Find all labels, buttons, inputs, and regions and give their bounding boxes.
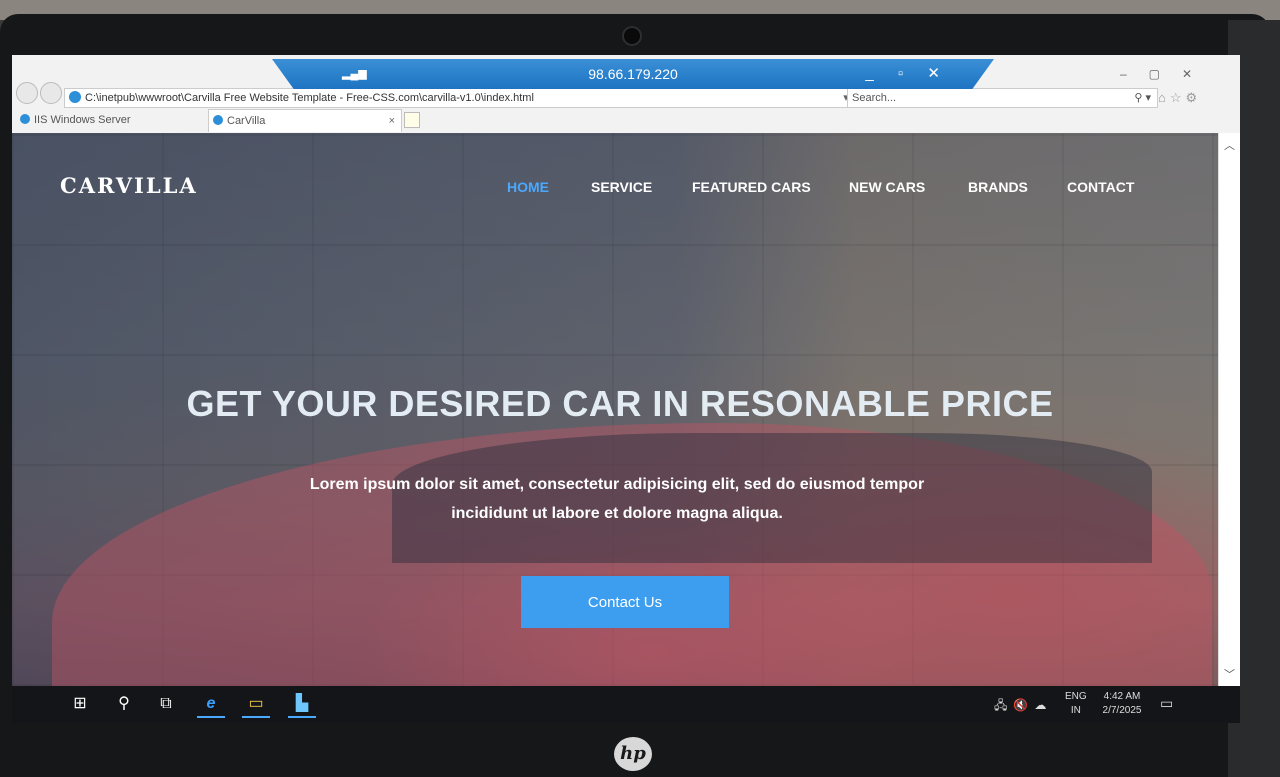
chevron-down-icon[interactable]: ﹀ <box>1224 666 1235 682</box>
search-icon[interactable]: ⚲ <box>110 692 138 716</box>
internet-explorer-icon[interactable]: e <box>197 692 225 718</box>
forward-button[interactable] <box>40 82 62 104</box>
address-text: C:\inetpub\wwwroot\Carvilla Free Website… <box>85 92 534 104</box>
search-placeholder: Search... <box>852 92 897 104</box>
task-view-icon[interactable]: ⧉ <box>152 692 180 716</box>
hero-description: Lorem ipsum dolor sit amet, consectetur … <box>309 476 925 522</box>
language-indicator[interactable]: ENG IN <box>1065 690 1087 718</box>
window-controls[interactable]: –▢✕ <box>1120 67 1214 81</box>
lang-primary: ENG <box>1065 691 1087 702</box>
hp-logo: hp <box>614 737 652 771</box>
notification-icon[interactable]: ▭ <box>1160 695 1173 712</box>
nav-contact[interactable]: CONTACT <box>1067 179 1134 195</box>
rdp-window-controls[interactable]: _ ▫ ✕ <box>865 64 950 82</box>
nav-brands[interactable]: BRANDS <box>968 179 1028 195</box>
tab-strip: IIS Windows Server CarVilla × <box>12 109 1240 132</box>
tab-carvilla[interactable]: CarVilla × <box>208 109 402 132</box>
nav-new-cars[interactable]: NEW CARS <box>849 179 925 195</box>
nav-home[interactable]: HOME <box>507 179 549 195</box>
new-tab-button[interactable] <box>404 112 420 128</box>
rdp-connection-bar: ▂▄▆ 98.66.179.220 _ ▫ ✕ <box>272 59 994 89</box>
tab-iis[interactable]: IIS Windows Server <box>16 109 206 131</box>
taskbar: ⊞ ⚲ ⧉ e ▭ ▙ 🖧🔇☁ ENG IN 4:42 AM 2/7/2025 … <box>12 686 1240 723</box>
clock-date: 2/7/2025 <box>1102 705 1142 716</box>
search-icon[interactable]: ⚲ ▾ <box>1134 89 1151 107</box>
clock-time: 4:42 AM <box>1103 691 1141 702</box>
chevron-up-icon[interactable]: ︿ <box>1224 137 1235 153</box>
screen: C:\inetpub\wwwroot\Carvilla Free Website… <box>12 55 1240 723</box>
search-input[interactable]: Search... ⚲ ▾ <box>847 88 1158 108</box>
ie-tab-icon <box>20 114 30 124</box>
tray-icons[interactable]: 🖧🔇☁ <box>994 696 1052 717</box>
ie-page-icon <box>69 91 81 103</box>
back-button[interactable] <box>16 82 38 104</box>
nav-featured-cars[interactable]: FEATURED CARS <box>692 179 811 195</box>
hero-title: GET YOUR DESIRED CAR IN RESONABLE PRICE <box>186 383 1054 424</box>
webcam-icon <box>622 26 642 46</box>
lang-region: IN <box>1070 705 1081 716</box>
close-icon[interactable]: × <box>389 110 395 132</box>
nav-service[interactable]: SERVICE <box>591 179 652 195</box>
page-scrollbar[interactable]: ︿ ﹀ <box>1218 133 1240 686</box>
tab-label: CarVilla <box>227 115 266 127</box>
address-bar[interactable]: C:\inetpub\wwwroot\Carvilla Free Website… <box>64 88 866 108</box>
site-logo[interactable]: CARVILLA <box>60 173 198 198</box>
hero-section: CARVILLA HOME SERVICE FEATURED CARS NEW … <box>12 133 1218 686</box>
clock[interactable]: 4:42 AM 2/7/2025 <box>1096 690 1148 718</box>
contact-us-button[interactable]: Contact Us <box>521 576 729 628</box>
windows-start-icon[interactable]: ⊞ <box>66 692 94 716</box>
server-manager-icon[interactable]: ▙ <box>288 692 316 718</box>
tab-label: IIS Windows Server <box>34 114 131 126</box>
toolbar-icons[interactable]: ⌂☆⚙ <box>1158 90 1201 106</box>
file-explorer-icon[interactable]: ▭ <box>242 692 270 718</box>
ie-tab-icon <box>213 115 223 125</box>
